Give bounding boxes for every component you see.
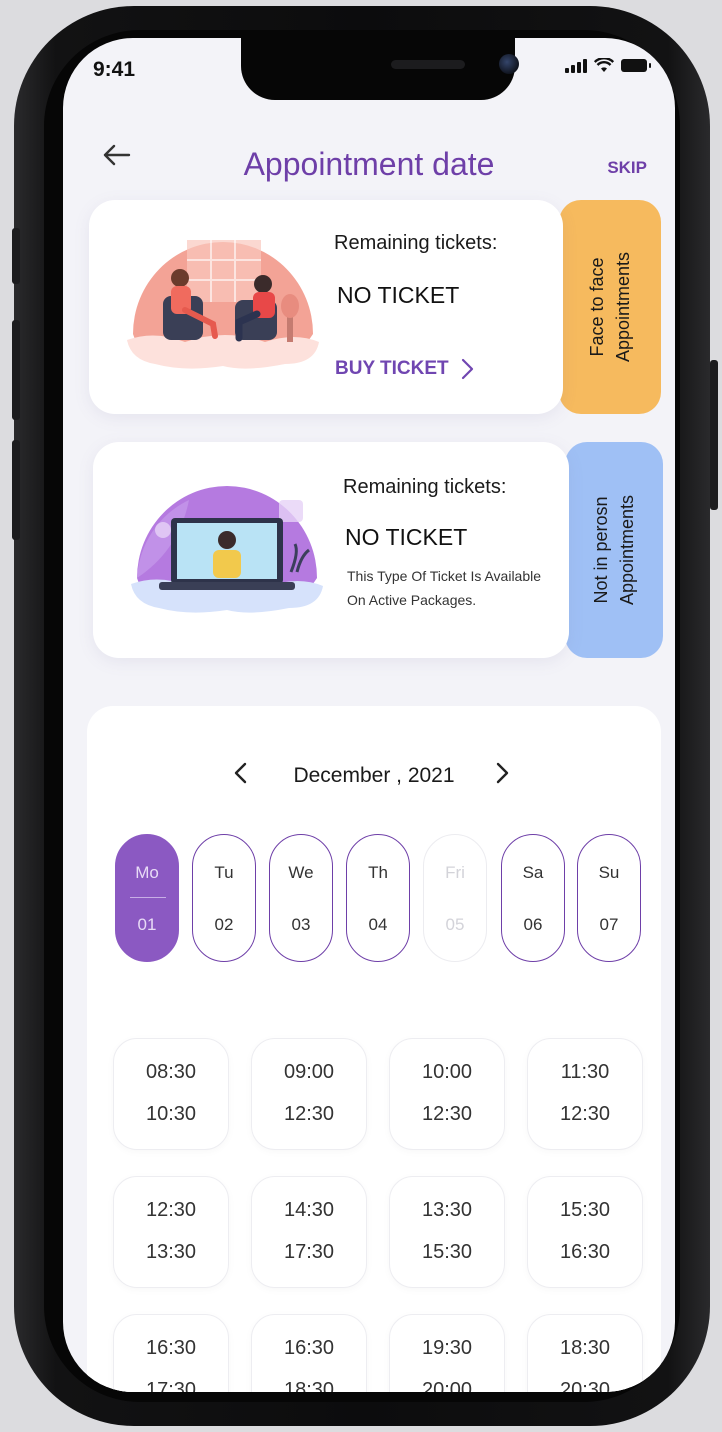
day-number: 07 — [599, 915, 619, 934]
day-we[interactable]: We 03 — [269, 834, 333, 962]
day-number: 03 — [291, 915, 311, 934]
remaining-tickets-label: Remaining tickets: — [334, 232, 498, 254]
day-name: We — [288, 863, 314, 882]
tab-face-to-face[interactable]: Face to face Appointments — [559, 200, 661, 414]
day-number: 05 — [445, 915, 465, 934]
power-button — [710, 360, 718, 510]
ticket-availability-note: This Type Of Ticket Is Available On Acti… — [347, 568, 542, 608]
time-slot[interactable]: 15:30 16:30 — [527, 1176, 643, 1288]
time-slot[interactable]: 16:30 18:30 — [251, 1314, 367, 1392]
tab-label: Not in perosn Appointments — [591, 494, 638, 606]
day-su[interactable]: Su 07 — [577, 834, 641, 962]
day-number: 06 — [523, 915, 543, 934]
month-label: December , 2021 — [293, 764, 455, 787]
app-screen: 9:41 Appointment date SKIP Face to face … — [63, 38, 675, 1392]
next-month-button[interactable] — [495, 758, 511, 794]
calendar-panel: December , 2021 Mo 01 Tu 02 We 03 Th 04 … — [87, 706, 661, 1392]
buy-ticket-label: BUY TICKET — [335, 358, 449, 379]
day-separator — [130, 897, 166, 898]
day-name: Su — [598, 863, 620, 882]
time-slot[interactable]: 18:30 20:30 — [527, 1314, 643, 1392]
remaining-tickets-value: NO TICKET — [337, 282, 460, 308]
notch — [241, 38, 519, 100]
wifi-icon — [594, 58, 614, 72]
face-to-face-illustration — [127, 240, 319, 369]
battery-icon — [621, 59, 651, 72]
tab-label: Face to face Appointments — [587, 251, 634, 363]
skip-button[interactable]: SKIP — [607, 158, 647, 178]
day-number: 01 — [137, 915, 157, 934]
day-name: Th — [368, 863, 388, 882]
mute-switch — [12, 228, 20, 284]
day-th[interactable]: Th 04 — [346, 834, 410, 962]
day-number: 04 — [368, 915, 388, 934]
time-slot[interactable]: 13:30 15:30 — [389, 1176, 505, 1288]
speaker-grille — [391, 60, 465, 69]
day-mo[interactable]: Mo 01 — [115, 834, 179, 962]
day-name: Fri — [445, 863, 465, 882]
header: Appointment date SKIP — [63, 128, 675, 188]
signal-icon — [565, 58, 587, 73]
ticket-card-not-in-person: Remaining tickets: NO TICKET This Type O… — [93, 442, 569, 658]
chevron-right-icon — [496, 762, 509, 784]
volume-up-button — [12, 320, 20, 420]
day-fri: Fri 05 — [423, 834, 487, 962]
time-slot[interactable]: 08:30 10:30 — [113, 1038, 229, 1150]
time-slot[interactable]: 19:30 20:00 — [389, 1314, 505, 1392]
day-number: 02 — [214, 915, 234, 934]
remaining-tickets-value: NO TICKET — [345, 524, 468, 550]
status-time: 9:41 — [93, 58, 136, 81]
tab-not-in-person[interactable]: Not in perosn Appointments — [565, 442, 663, 658]
remaining-tickets-label: Remaining tickets: — [343, 476, 507, 498]
time-slot[interactable]: 09:00 12:30 — [251, 1038, 367, 1150]
status-icons — [565, 58, 651, 73]
volume-down-button — [12, 440, 20, 540]
time-slot[interactable]: 10:00 12:30 — [389, 1038, 505, 1150]
time-slot[interactable]: 12:30 13:30 — [113, 1176, 229, 1288]
day-tu[interactable]: Tu 02 — [192, 834, 256, 962]
day-name: Tu — [214, 863, 234, 882]
day-name: Mo — [135, 863, 159, 882]
page-title: Appointment date — [243, 146, 495, 182]
month-navigation: December , 2021 — [87, 758, 661, 798]
time-slot[interactable]: 14:30 17:30 — [251, 1176, 367, 1288]
chevron-right-icon — [461, 358, 473, 380]
time-slot[interactable]: 11:30 12:30 — [527, 1038, 643, 1150]
day-sa[interactable]: Sa 06 — [501, 834, 565, 962]
online-appointment-illustration — [131, 486, 323, 613]
day-name: Sa — [522, 863, 544, 882]
time-slot[interactable]: 16:30 17:30 — [113, 1314, 229, 1392]
buy-ticket-button[interactable]: BUY TICKET — [335, 358, 475, 380]
front-camera — [499, 54, 519, 74]
ticket-card-face-to-face: Remaining tickets: NO TICKET BUY TICKET — [89, 200, 563, 414]
